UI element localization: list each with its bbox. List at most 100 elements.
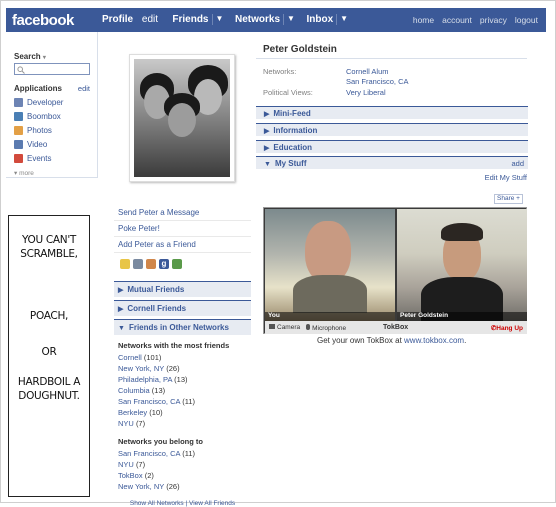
nav-privacy[interactable]: privacy xyxy=(480,15,507,25)
more-apps-link[interactable]: ▾ more xyxy=(14,169,34,177)
facebook-logo[interactable]: facebook xyxy=(12,12,74,29)
network-cornell-link[interactable]: Cornell Alum xyxy=(346,67,389,76)
divider xyxy=(256,58,527,59)
search-label: Search ▾ xyxy=(14,52,46,61)
tokbox-toolbar: Camera Microphone TokBox ✆Hang Up xyxy=(265,321,527,334)
nav-inbox[interactable]: Inbox xyxy=(306,14,333,25)
developer-icon xyxy=(14,98,23,107)
app-boombox[interactable]: Boombox xyxy=(14,112,61,121)
nav-friends[interactable]: Friends xyxy=(172,14,208,25)
show-all-links: Show All Networks | View All Friends xyxy=(129,500,236,507)
camera-icon xyxy=(269,324,275,329)
video-icon xyxy=(14,140,23,149)
view-all-friends-link[interactable]: View All Friends xyxy=(189,500,235,507)
peer-video-label: Peter Goldstein xyxy=(397,312,527,321)
g-icon[interactable]: g xyxy=(159,259,169,269)
gift-icon[interactable] xyxy=(146,259,156,269)
collapse-arrow-icon: ▼ xyxy=(264,161,271,168)
other-networks-section[interactable]: ▼ Friends in Other Networks xyxy=(114,319,251,335)
political-value-link[interactable]: Very Liberal xyxy=(346,88,386,97)
poster-line: HARDBOIL A xyxy=(17,376,81,388)
networks-dropdown-icon[interactable]: ▼ xyxy=(283,14,295,25)
network-link[interactable]: Cornell (101) xyxy=(114,352,251,363)
applications-edit-link[interactable]: edit xyxy=(78,84,90,93)
expand-arrow-icon: ▶ xyxy=(264,111,270,118)
send-message-link[interactable]: Send Peter a Message xyxy=(114,205,251,221)
inbox-dropdown-icon[interactable]: ▼ xyxy=(336,14,348,25)
network-link[interactable]: Columbia (13) xyxy=(114,385,251,396)
search-icon xyxy=(17,65,25,74)
self-video-label: You xyxy=(265,312,395,321)
profile-photo-image xyxy=(134,59,230,177)
camera-toggle[interactable]: Camera xyxy=(269,324,300,331)
tokbox-link[interactable]: www.tokbox.com xyxy=(404,336,464,345)
top-navigation-bar: facebook Profile edit Friends ▼ Networks… xyxy=(6,8,546,32)
show-all-networks-link[interactable]: Show All Networks xyxy=(130,500,184,507)
political-label: Political Views: xyxy=(263,88,313,97)
education-section[interactable]: ▶ Education xyxy=(256,140,528,153)
my-stuff-section[interactable]: ▼ My Stuff add xyxy=(256,156,528,169)
hang-up-button[interactable]: ✆Hang Up xyxy=(491,324,523,332)
app-video[interactable]: Video xyxy=(14,140,47,149)
share-plus-icon: + xyxy=(516,195,520,202)
my-stuff-add-link[interactable]: add xyxy=(511,159,524,168)
network-link[interactable]: New York, NY (26) xyxy=(114,363,251,374)
account-nav: home account privacy logout xyxy=(413,15,538,25)
expand-arrow-icon: ▶ xyxy=(264,128,270,135)
expand-arrow-icon: ▶ xyxy=(264,145,270,152)
network-link[interactable]: New York, NY (26) xyxy=(114,481,251,492)
get-tokbox-text: Get your own TokBox at www.tokbox.com. xyxy=(317,336,467,345)
information-section[interactable]: ▶ Information xyxy=(256,123,528,136)
nav-networks[interactable]: Networks xyxy=(235,14,280,25)
photos-icon xyxy=(14,126,23,135)
search-input[interactable] xyxy=(14,63,90,75)
collapse-arrow-icon: ▼ xyxy=(118,325,125,332)
expand-arrow-icon: ▶ xyxy=(118,306,124,313)
pencil-icon[interactable] xyxy=(120,259,130,269)
nav-profile[interactable]: Profile xyxy=(102,14,133,25)
poster-line: OR xyxy=(41,346,57,358)
network-sf-link[interactable]: San Francisco, CA xyxy=(346,77,409,86)
left-sidebar: Search ▾ Applications edit Developer Boo… xyxy=(6,32,98,178)
most-friends-heading: Networks with the most friends xyxy=(118,341,230,350)
poster-line: POACH, xyxy=(29,310,69,322)
network-link[interactable]: Berkeley (10) xyxy=(114,407,251,418)
mutual-friends-section[interactable]: ▶ Mutual Friends xyxy=(114,281,251,297)
network-link[interactable]: NYU (7) xyxy=(114,459,251,470)
app-developer[interactable]: Developer xyxy=(14,98,63,107)
nav-home[interactable]: home xyxy=(413,15,434,25)
main-nav: Profile edit Friends ▼ Networks ▼ Inbox … xyxy=(102,14,348,25)
events-icon xyxy=(14,154,23,163)
app-events[interactable]: Events xyxy=(14,154,51,163)
mini-feed-section[interactable]: ▶ Mini-Feed xyxy=(256,106,528,119)
network-link[interactable]: TokBox (2) xyxy=(114,470,251,481)
nav-account[interactable]: account xyxy=(442,15,472,25)
edit-my-stuff-link[interactable]: Edit My Stuff xyxy=(485,173,527,182)
self-video-feed: You xyxy=(265,209,395,321)
network-link[interactable]: NYU (7) xyxy=(114,418,251,429)
network-link[interactable]: Philadelphia, PA (13) xyxy=(114,374,251,385)
add-friend-link[interactable]: Add Peter as a Friend xyxy=(114,237,251,253)
shoulders-shape xyxy=(293,275,367,313)
network-link[interactable]: San Francisco, CA (11) xyxy=(114,396,251,407)
friends-dropdown-icon[interactable]: ▼ xyxy=(211,14,223,25)
profile-photo[interactable] xyxy=(129,54,235,182)
nav-edit[interactable]: edit xyxy=(142,14,158,25)
belong-networks-heading: Networks you belong to xyxy=(118,437,204,446)
cornell-friends-section[interactable]: ▶ Cornell Friends xyxy=(114,300,251,316)
person-icon[interactable] xyxy=(172,259,182,269)
profile-action-icons: g xyxy=(114,253,251,275)
profile-left-column: Send Peter a Message Poke Peter! Add Pet… xyxy=(114,205,251,507)
app-photos[interactable]: Photos xyxy=(14,126,52,135)
nav-logout[interactable]: logout xyxy=(515,15,538,25)
poster-line: SCRAMBLE, xyxy=(20,248,78,260)
profile-name: Peter Goldstein xyxy=(263,44,337,55)
poster-line: DOUGHNUT. xyxy=(18,390,80,402)
microphone-toggle[interactable]: Microphone xyxy=(306,323,346,332)
hair-shape xyxy=(441,223,483,241)
poster-line: YOU CAN'T xyxy=(21,234,77,246)
network-link[interactable]: San Francisco, CA (11) xyxy=(114,448,251,459)
poke-link[interactable]: Poke Peter! xyxy=(114,221,251,237)
share-button[interactable]: Share + xyxy=(494,194,523,204)
car-icon[interactable] xyxy=(133,259,143,269)
